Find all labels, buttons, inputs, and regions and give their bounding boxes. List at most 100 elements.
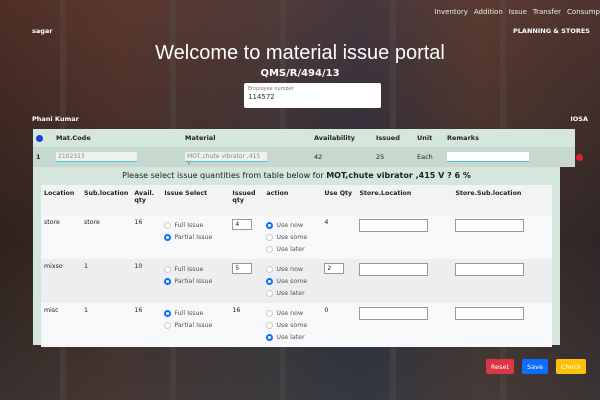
store-location-input[interactable] [359, 307, 429, 320]
location-cell: misc [41, 303, 81, 347]
radio-button[interactable] [266, 333, 274, 341]
nav-consumption[interactable]: Consump [567, 8, 600, 16]
location-cell: mixso [41, 259, 81, 303]
store-location-input[interactable] [359, 263, 429, 276]
avail-qty-cell: 16 [131, 303, 162, 347]
sublocation-cell: 1 [81, 259, 132, 303]
radio-label: Use now [276, 309, 304, 317]
radio-button[interactable] [164, 321, 172, 329]
use-qty-cell: 4 [321, 215, 357, 259]
issue-select-option[interactable]: Full Issue [164, 263, 226, 275]
issue-quantities-panel: Please select issue quantities from tabl… [33, 167, 560, 347]
action-option[interactable]: Use later [266, 331, 318, 343]
header-sublocation: Sub.location [81, 185, 132, 215]
store-location-cell [356, 215, 453, 259]
action-cell: Use now Use some Use later [263, 259, 322, 303]
header-issue-select: Issue Select [161, 185, 230, 215]
unit-value: Each [417, 153, 433, 161]
check-button[interactable]: Check [556, 359, 586, 374]
remarks-input[interactable] [447, 152, 529, 162]
header-unit: Unit [417, 134, 433, 142]
save-button[interactable]: Save [522, 359, 548, 374]
issue-select-option[interactable]: Full Issue [164, 219, 226, 231]
header-avail-qty: Avail. qty [131, 185, 162, 215]
radio-label: Use later [276, 333, 305, 341]
radio-button[interactable] [266, 277, 274, 285]
store-location-cell [356, 259, 453, 303]
issue-select-cell: Full Issue Partial Issue [161, 259, 230, 303]
radio-button[interactable] [266, 309, 274, 317]
nav-addition[interactable]: Addition [474, 8, 503, 16]
radio-button[interactable] [266, 289, 274, 297]
action-option[interactable]: Use now [266, 263, 318, 275]
radio-button[interactable] [164, 221, 172, 229]
radio-label: Full Issue [174, 221, 204, 229]
avail-qty-cell: 16 [131, 215, 162, 259]
radio-label: Use now [276, 265, 304, 273]
location-table: Location Sub.location Avail. qty Issue S… [41, 185, 552, 347]
action-option[interactable]: Use now [266, 307, 318, 319]
issue-select-option[interactable]: Partial Issue [164, 319, 226, 331]
use-qty-value: 4 [324, 219, 329, 226]
action-option[interactable]: Use later [266, 243, 318, 255]
action-option[interactable]: Use now [266, 219, 318, 231]
doc-code: QMS/R/494/13 [260, 68, 340, 79]
org: IOSA [570, 115, 588, 123]
radio-label: Use some [276, 277, 308, 285]
location-row: mixso 1 10 Full Issue Partial Issue 5 Use… [41, 259, 552, 303]
issue-select-option[interactable]: Full Issue [164, 307, 226, 319]
issued-qty-input[interactable]: 5 [232, 263, 253, 274]
action-option[interactable]: Use some [266, 319, 318, 331]
material-table: Mat.Code Material Availability Issued Un… [33, 129, 583, 167]
issue-select-option[interactable]: Partial Issue [164, 231, 226, 243]
radio-button[interactable] [164, 277, 172, 285]
use-qty-input[interactable]: 2 [324, 263, 345, 274]
action-option[interactable]: Use some [266, 275, 318, 287]
action-option[interactable]: Use later [266, 287, 318, 299]
store-sublocation-input[interactable] [455, 307, 525, 320]
nav-inventory[interactable]: Inventory [434, 8, 467, 16]
action-cell: Use now Use some Use later [263, 215, 322, 259]
radio-button[interactable] [266, 221, 274, 229]
issue-select-cell: Full Issue Partial Issue [161, 303, 230, 347]
header-store-location: Store.Location [356, 185, 453, 215]
nav-issue[interactable]: Issue [509, 8, 527, 16]
radio-button[interactable] [164, 233, 172, 241]
use-qty-value: 0 [324, 307, 329, 314]
nav-transfer[interactable]: Transfer [533, 8, 561, 16]
radio-button[interactable] [266, 245, 274, 253]
material-row: 1 2102313 MOT,chute vibrator ,415 V 42 2… [33, 147, 583, 167]
store-sublocation-input[interactable] [455, 219, 525, 232]
header-location: Location [41, 185, 81, 215]
header-remarks: Remarks [447, 134, 479, 142]
radio-button[interactable] [266, 265, 274, 273]
action-option[interactable]: Use some [266, 231, 318, 243]
employee-number-label: Employee number [248, 86, 294, 92]
material-input[interactable]: MOT,chute vibrator ,415 V [185, 152, 267, 167]
issue-prompt: Please select issue quantities from tabl… [41, 171, 552, 185]
header-use-qty: Use Qty [321, 185, 357, 215]
sublocation-cell: 1 [81, 303, 132, 347]
header-availability: Availability [314, 134, 355, 142]
store-location-input[interactable] [359, 219, 429, 232]
use-qty-cell: 2 [321, 259, 357, 303]
issue-select-cell: Full Issue Partial Issue [161, 215, 230, 259]
avail-qty-cell: 10 [131, 259, 162, 303]
radio-button[interactable] [164, 309, 172, 317]
radio-button[interactable] [266, 321, 274, 329]
employee-number-value[interactable]: 114572 [248, 93, 377, 101]
add-row-icon[interactable] [36, 134, 43, 142]
issued-qty-input[interactable]: 4 [232, 219, 253, 230]
issued-qty-value: 16 [232, 307, 241, 314]
location-row: store store 16 Full Issue Partial Issue 4… [41, 215, 552, 259]
issue-select-option[interactable]: Partial Issue [164, 275, 226, 287]
store-sublocation-cell [452, 215, 552, 259]
mat-code-input[interactable]: 2102313 [56, 152, 137, 162]
delete-row-icon[interactable] [576, 153, 583, 161]
employee-number-field[interactable]: Employee number 114572 [244, 83, 381, 108]
store-sublocation-input[interactable] [455, 263, 525, 276]
radio-label: Use later [276, 245, 305, 253]
radio-button[interactable] [266, 233, 274, 241]
radio-button[interactable] [164, 265, 172, 273]
reset-button[interactable]: Reset [486, 359, 514, 374]
